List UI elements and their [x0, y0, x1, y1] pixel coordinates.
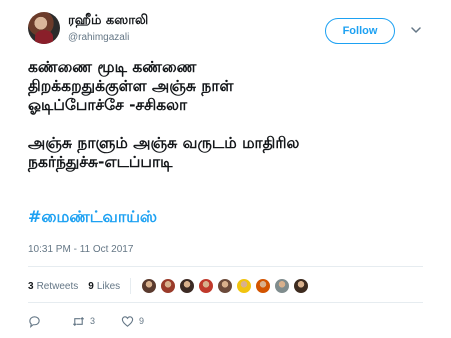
tweet-header: ரஹீம் கஸாலி @rahimgazali Follow — [28, 8, 438, 52]
retweet-count: 3 — [90, 316, 96, 326]
tweet-stats: 3 Retweets 9 Likes — [28, 276, 312, 296]
avatar[interactable] — [28, 12, 60, 44]
divider — [28, 266, 423, 267]
tweet-line: திறக்கறதுக்குள்ள அஞ்சு நாள் — [28, 77, 234, 95]
retweet-button[interactable]: 3 — [72, 315, 95, 328]
chevron-down-icon[interactable] — [411, 25, 421, 35]
tweet-line: கண்ணை மூடி கண்ணை — [28, 58, 197, 76]
heart-icon — [121, 315, 134, 327]
user-handle[interactable]: @rahimgazali — [68, 32, 129, 43]
liker-avatar[interactable] — [217, 278, 234, 294]
hashtag-link[interactable]: #மைண்ட்வாய்ஸ் — [28, 207, 157, 228]
tweet-text: கண்ணை மூடி கண்ணை திறக்கறதுக்குள்ள அஞ்சு … — [28, 58, 438, 172]
reply-icon — [29, 315, 40, 328]
liker-avatars — [141, 278, 312, 294]
retweets-count: 3 — [28, 280, 34, 292]
retweet-icon — [72, 316, 85, 326]
tweet-actions: 3 9 — [28, 312, 170, 330]
divider — [28, 302, 423, 303]
liker-avatar[interactable] — [274, 278, 291, 294]
retweets-stat[interactable]: 3 Retweets — [28, 281, 78, 292]
liker-avatar[interactable] — [293, 278, 310, 294]
liker-avatar[interactable] — [236, 278, 253, 294]
tweet-timestamp[interactable]: 10:31 PM - 11 Oct 2017 — [28, 244, 133, 255]
liker-avatar[interactable] — [255, 278, 272, 294]
reply-button[interactable] — [28, 315, 46, 328]
retweets-label: Retweets — [36, 280, 79, 292]
tweet-line: அஞ்சு நாளும் அஞ்சு வருடம் மாதிரில — [28, 134, 300, 152]
liker-avatar[interactable] — [198, 278, 215, 294]
user-name[interactable]: ரஹீம் கஸாலி — [68, 13, 148, 29]
divider — [130, 278, 132, 294]
likes-stat[interactable]: 9 Likes — [88, 281, 120, 292]
tweet-line: ஓடிப்போச்சே -சசிகலா — [28, 96, 188, 114]
tweet-line: நகர்ந்துச்சு-எடப்பாடி — [28, 153, 173, 171]
liker-avatar[interactable] — [179, 278, 196, 294]
liker-avatar[interactable] — [141, 278, 158, 294]
likes-count: 9 — [88, 280, 94, 292]
likes-label: Likes — [96, 280, 121, 292]
liker-avatar[interactable] — [160, 278, 177, 294]
like-count: 9 — [139, 316, 145, 326]
like-button[interactable]: 9 — [121, 315, 144, 328]
follow-button[interactable]: Follow — [325, 18, 395, 44]
